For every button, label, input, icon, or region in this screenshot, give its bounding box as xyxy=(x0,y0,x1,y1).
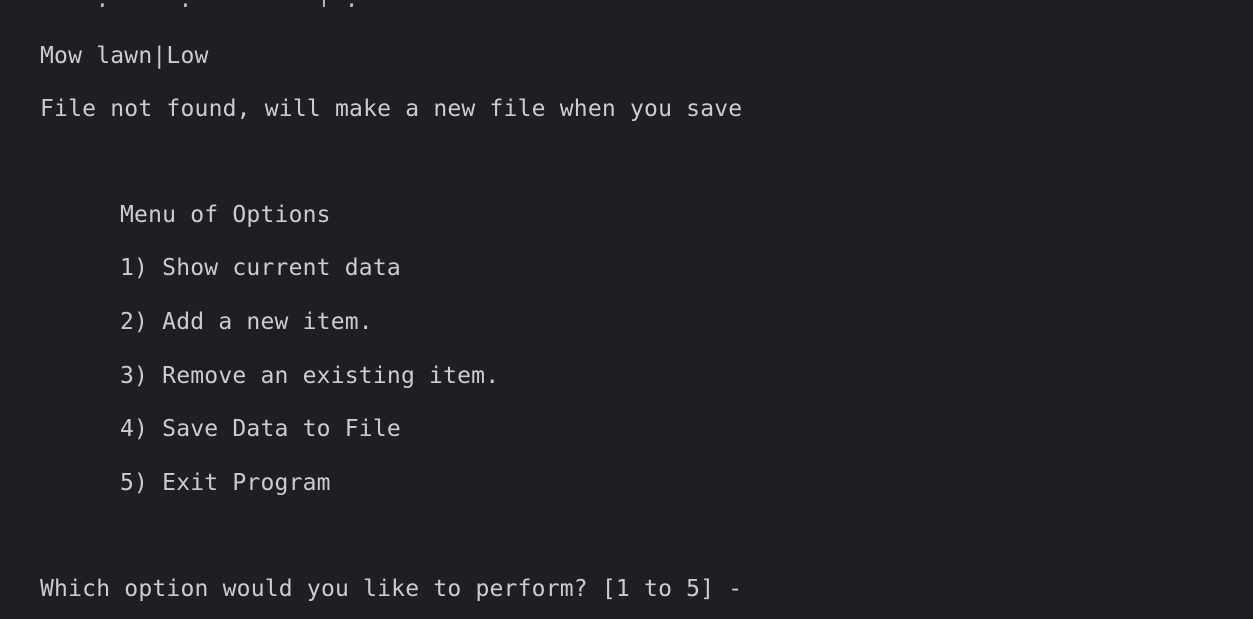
menu-option-2: 2) Add a new item. xyxy=(120,309,373,335)
clipped-previous-line: ` ´ , ´ , ´ | , ´ ´ ´ ´ xyxy=(40,0,829,7)
file-status-line: File not found, will make a new file whe… xyxy=(40,96,743,122)
menu-option-4: 4) Save Data to File xyxy=(120,416,401,442)
menu-option-1: 1) Show current data xyxy=(120,255,401,281)
input-prompt[interactable]: Which option would you like to perform? … xyxy=(40,575,742,603)
menu-option-5: 5) Exit Program xyxy=(120,470,331,496)
menu-option-3: 3) Remove an existing item. xyxy=(120,363,500,389)
task-line: Mow lawn|Low xyxy=(40,43,209,69)
console-output[interactable]: ` ´ , ´ , ´ | , ´ ´ ´ ´ Mow lawn|Low Fil… xyxy=(0,0,1253,619)
menu-title: Menu of Options xyxy=(120,202,331,228)
